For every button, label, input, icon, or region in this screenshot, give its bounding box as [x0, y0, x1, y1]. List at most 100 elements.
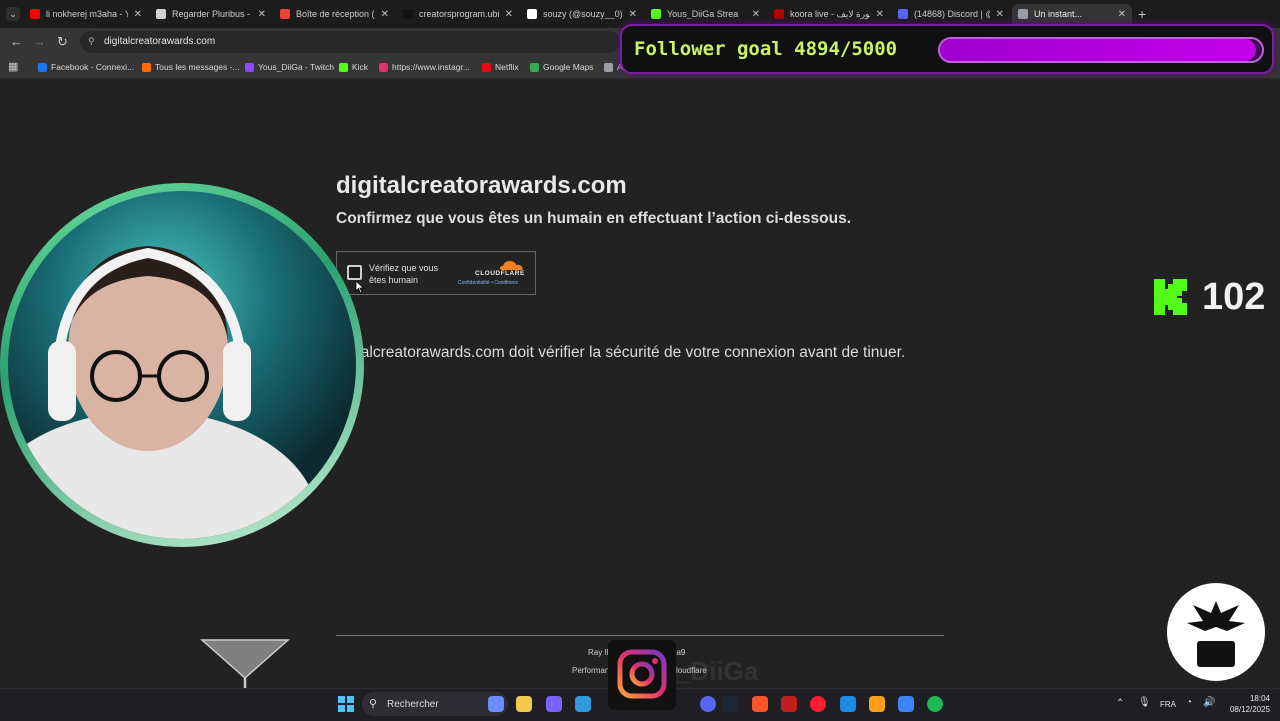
tab-close-icon[interactable]: ✕ [505, 9, 513, 20]
tab-close-icon[interactable]: ✕ [752, 9, 760, 20]
bookmark-label: Facebook - Connexi... [51, 62, 135, 72]
tab-close-icon[interactable]: ✕ [381, 9, 389, 20]
reload-icon[interactable]: ↻ [57, 34, 68, 50]
url-text[interactable]: digitalcreatorawards.com [104, 36, 215, 47]
instagram-overlay [608, 640, 676, 710]
app-icon[interactable] [869, 696, 885, 712]
taskbar-time[interactable]: 18:04 [1238, 694, 1270, 703]
bookmark-label: Kick [352, 62, 369, 72]
discord-icon[interactable] [700, 696, 716, 712]
tab-favicon-icon [156, 9, 166, 19]
streamer-watermark: _DiiGa [676, 656, 759, 686]
bookmark-label: https://www.instagr... [392, 62, 470, 72]
tab-close-icon[interactable]: ✕ [1118, 9, 1126, 20]
game-icon[interactable] [781, 696, 797, 712]
bookmark-item[interactable]: Tous les messages -... [142, 60, 240, 74]
webcam-feed [8, 191, 356, 539]
windows-start-icon[interactable] [338, 696, 354, 712]
tab-title: creatorsprogram.ubi [419, 9, 499, 19]
page-title: digitalcreatorawards.com [336, 172, 627, 199]
spotify-icon[interactable] [927, 696, 943, 712]
tab-close-icon[interactable]: ✕ [876, 9, 884, 20]
tab-close-icon[interactable]: ✕ [134, 9, 142, 20]
store-icon[interactable] [898, 696, 914, 712]
widget-links[interactable]: Confidentialité • Conditions [458, 280, 518, 286]
tab-2[interactable]: Regarder Pluribus - A ✕ [150, 4, 272, 24]
bookmark-favicon-icon [482, 62, 491, 72]
volume-icon[interactable]: 🔊 [1203, 697, 1215, 708]
opera-icon[interactable] [810, 696, 826, 712]
microphone-icon[interactable]: 🎙 [1138, 697, 1151, 708]
apps-grid-icon[interactable]: ▦ [8, 60, 18, 73]
forward-icon[interactable]: → [33, 34, 46, 49]
tab-favicon-icon [898, 9, 908, 19]
brave-icon[interactable] [752, 696, 768, 712]
taskbar-search-label: Rechercher [387, 699, 439, 710]
tab-4[interactable]: creatorsprogram.ubi ✕ [397, 4, 519, 24]
bookmark-label: Google Maps [543, 62, 594, 72]
new-tab-button[interactable]: + [1138, 6, 1146, 22]
bookmark-item[interactable]: Kick [339, 60, 368, 74]
tab-8[interactable]: (14868) Discord | @H ✕ [892, 4, 1010, 24]
bookmark-item[interactable]: Google Maps [530, 60, 594, 74]
tab-title: souzy (@souzy__0) d [543, 9, 623, 19]
tab-title: (14868) Discord | @H [914, 9, 990, 19]
kick-viewer-count: 102 [1202, 276, 1266, 318]
steam-icon[interactable] [722, 696, 738, 712]
tab-title: koora live - كورة لايف [790, 8, 870, 19]
bookmark-favicon-icon [245, 62, 254, 72]
bookmark-favicon-icon [38, 62, 47, 72]
search-icon: ⚲ [369, 698, 378, 710]
tab-1[interactable]: li nokherej m3aha - Y ✕ [24, 4, 148, 24]
tab-favicon-icon [651, 9, 661, 19]
back-icon[interactable]: ← [10, 34, 23, 49]
tab-favicon-icon [527, 9, 537, 19]
tab-title: Regarder Pluribus - A [172, 9, 252, 19]
follower-goal-label: Follower goal 4894/5000 [634, 38, 898, 60]
bookmark-label: Tous les messages -... [155, 62, 240, 72]
tab-title: Boîte de réception (2 [296, 9, 375, 19]
site-info-icon[interactable]: ⚲ [88, 36, 95, 47]
copilot-icon[interactable] [488, 696, 504, 712]
mouse-cursor-icon [355, 280, 365, 294]
tab-title: Un instant... [1034, 9, 1083, 19]
tab-title: Yous_DiiGa Strea [667, 9, 739, 19]
kick-logo-icon [1154, 279, 1187, 315]
performance-label: Performan [572, 666, 610, 675]
language-indicator[interactable]: FRA [1160, 700, 1176, 709]
tab-5[interactable]: souzy (@souzy__0) d ✕ [521, 4, 643, 24]
verify-label: Vérifiez que vous êtes humain [369, 263, 439, 285]
bookmark-label: Netflix [495, 62, 519, 72]
tab-close-icon[interactable]: ✕ [629, 9, 637, 20]
tab-favicon-icon [1018, 9, 1028, 19]
bookmark-favicon-icon [530, 62, 539, 72]
ccleaner-icon[interactable] [840, 696, 856, 712]
bookmark-item[interactable]: Facebook - Connexi... [38, 60, 134, 74]
verify-checkbox[interactable] [347, 265, 362, 280]
bookmark-item[interactable]: Netflix [482, 60, 519, 74]
tab-6[interactable]: Yous_DiiGa Strea ✕ [645, 4, 766, 24]
tab-close-icon[interactable]: ✕ [996, 9, 1004, 20]
edge-icon[interactable] [575, 696, 591, 712]
tab-7[interactable]: koora live - كورة لايف ✕ [768, 4, 890, 24]
footer-divider [336, 635, 944, 636]
tab-3[interactable]: Boîte de réception (2 ✕ [274, 4, 395, 24]
tray-chevron-icon[interactable]: ⌃ [1116, 698, 1124, 709]
tab-search-icon[interactable]: ⌄ [6, 7, 20, 21]
bookmark-item[interactable]: Yous_DiiGa - Twitch [245, 60, 334, 74]
verify-message: italcreatorawards.com doit vérifier la s… [353, 344, 906, 361]
network-icon[interactable]: ◔ [1186, 697, 1192, 708]
taskbar-date[interactable]: 08/12/2025 [1222, 705, 1270, 714]
follower-goal-bar [938, 37, 1264, 63]
streamer-portrait [8, 246, 318, 539]
search-app-icon[interactable] [546, 696, 562, 712]
tab-title: li nokherej m3aha - Y [46, 9, 128, 19]
tab-9[interactable]: Un instant... ✕ [1012, 4, 1132, 24]
bookmark-item[interactable]: https://www.instagr... [379, 60, 470, 74]
file-explorer-icon[interactable] [516, 696, 532, 712]
bookmark-favicon-icon [142, 62, 151, 72]
tab-close-icon[interactable]: ✕ [258, 9, 266, 20]
tab-favicon-icon [280, 9, 290, 19]
bookmark-favicon-icon [604, 62, 613, 72]
tab-favicon-icon [774, 9, 784, 19]
